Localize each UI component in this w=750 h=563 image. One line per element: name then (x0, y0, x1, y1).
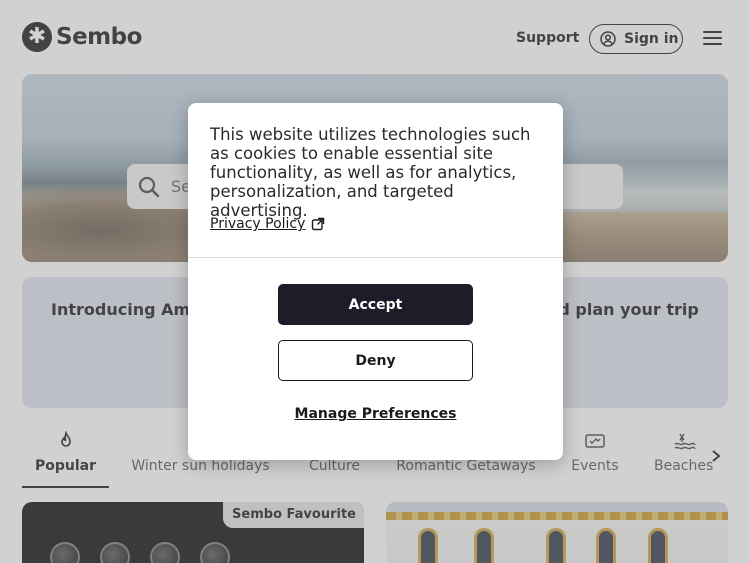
dialog-divider (188, 257, 563, 258)
cookie-consent-dialog: This website utilizes technologies such … (188, 103, 563, 460)
deny-button[interactable]: Deny (278, 340, 473, 381)
accept-button[interactable]: Accept (278, 284, 473, 325)
privacy-policy-label: Privacy Policy (210, 216, 306, 232)
privacy-policy-link[interactable]: Privacy Policy (210, 216, 325, 232)
manage-preferences-link[interactable]: Manage Preferences (188, 406, 563, 422)
external-link-icon (312, 217, 325, 231)
cookie-message: This website utilizes technologies such … (210, 125, 531, 220)
